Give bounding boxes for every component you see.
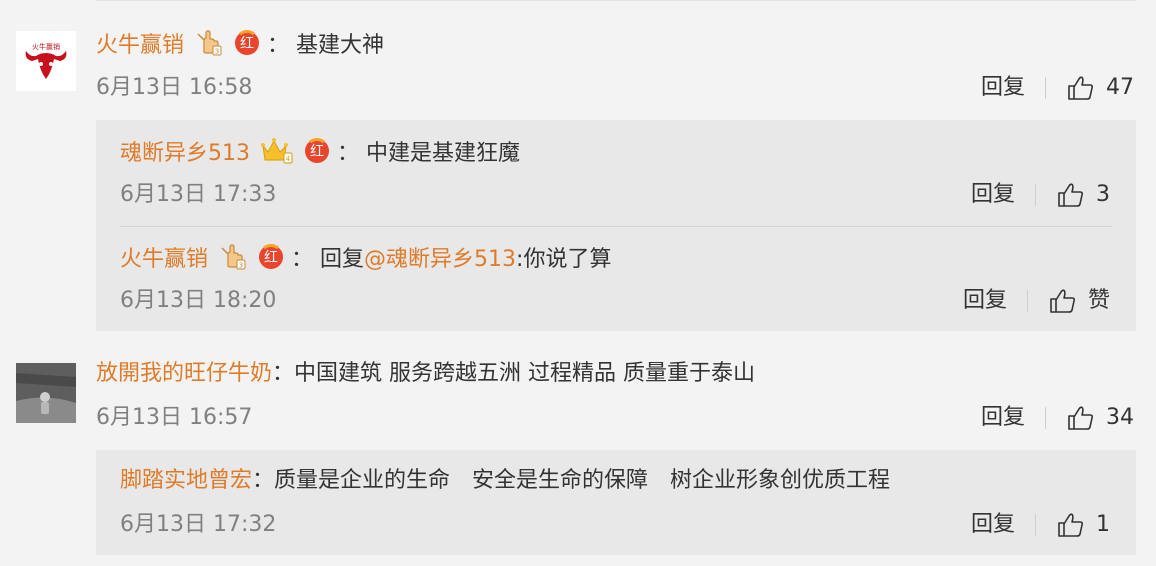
colon: ： [337, 141, 360, 166]
svg-text:红: 红 [310, 144, 324, 160]
username-link[interactable]: 脚踏实地曾宏 [120, 468, 252, 493]
svg-text:3: 3 [239, 262, 243, 270]
action-separator [1035, 514, 1036, 536]
comment-text-line: 火牛赢销 3 红 ： 基建大神 [96, 28, 384, 65]
reply-text: :你说了算 [516, 247, 612, 272]
like-button[interactable]: 赞 [1048, 286, 1110, 316]
avatar-logo-text: 火牛赢销 [32, 42, 60, 51]
action-separator [1035, 184, 1036, 206]
red-v-badge-icon[interactable]: 红 [258, 244, 284, 279]
reply-text-line: 火牛赢销 3 红 ： 回复@魂断异乡513:你说了算 [120, 242, 611, 279]
thumbs-up-icon [1058, 183, 1084, 207]
svg-text:红: 红 [240, 36, 254, 52]
colon: ： [252, 468, 275, 493]
red-v-badge-icon[interactable]: 红 [234, 30, 260, 65]
mention-link[interactable]: @魂断异乡513 [364, 247, 516, 272]
crown-badge-icon[interactable]: 4 [261, 136, 293, 173]
reply-divider [120, 226, 1112, 227]
like-count: 赞 [1087, 288, 1110, 313]
avatar[interactable] [16, 363, 76, 423]
like-count: 1 [1096, 512, 1110, 537]
hand-gesture-badge-icon[interactable]: 3 [195, 28, 223, 65]
colon: ： [267, 33, 290, 58]
thumbs-up-icon [1050, 289, 1076, 313]
comment-text-line: 放開我的旺仔牛奶：中国建筑 服务跨越五洲 过程精品 质量重于泰山 [96, 359, 755, 389]
thumbs-up-icon [1068, 76, 1094, 100]
reply-text: 中建是基建狂魔 [366, 141, 521, 166]
comment-text: 基建大神 [296, 33, 385, 58]
like-button[interactable]: 34 [1066, 403, 1134, 433]
username-link[interactable]: 放開我的旺仔牛奶 [96, 361, 272, 386]
comment-text: 中国建筑 服务跨越五洲 过程精品 质量重于泰山 [294, 361, 756, 386]
action-separator [1045, 77, 1046, 99]
hand-gesture-badge-icon[interactable]: 3 [219, 242, 247, 279]
reply-prefix: 回复 [320, 247, 365, 272]
like-button[interactable]: 47 [1066, 73, 1134, 103]
svg-text:红: 红 [264, 250, 278, 266]
red-v-badge-icon[interactable]: 红 [304, 138, 330, 173]
reply-button[interactable]: 回复 [981, 73, 1025, 103]
like-button[interactable]: 3 [1056, 180, 1110, 210]
reply-thread: 魂断异乡513 4 红 ： 中建是基建狂魔 6月13日 17:33 回复 3 火… [96, 120, 1136, 331]
reply-button[interactable]: 回复 [981, 403, 1025, 433]
username-link[interactable]: 火牛赢销 [120, 247, 208, 272]
like-count: 34 [1106, 405, 1134, 430]
timestamp: 6月13日 17:33 [120, 182, 277, 207]
like-count: 47 [1106, 75, 1134, 100]
reply-button[interactable]: 回复 [963, 286, 1007, 316]
username-link[interactable]: 火牛赢销 [96, 33, 184, 58]
divider [96, 0, 1136, 1]
timestamp: 6月13日 16:57 [96, 405, 253, 430]
username-link[interactable]: 魂断异乡513 [120, 141, 250, 166]
reply-text: 质量是企业的生命 安全是生命的保障 树企业形象创优质工程 [274, 468, 891, 493]
reply-text-line: 脚踏实地曾宏：质量是企业的生命 安全是生命的保障 树企业形象创优质工程 [120, 466, 890, 496]
action-separator [1045, 407, 1046, 429]
action-separator [1026, 290, 1028, 312]
thumbs-up-icon [1068, 406, 1094, 430]
colon: ： [291, 247, 314, 272]
svg-text:4: 4 [286, 155, 291, 163]
reply-thread: 脚踏实地曾宏：质量是企业的生命 安全是生命的保障 树企业形象创优质工程 6月13… [96, 450, 1136, 555]
thumbs-up-icon [1058, 513, 1084, 537]
reply-button[interactable]: 回复 [971, 180, 1015, 210]
like-button[interactable]: 1 [1056, 510, 1110, 540]
timestamp: 6月13日 16:58 [96, 75, 253, 100]
like-count: 3 [1096, 182, 1110, 207]
svg-text:3: 3 [215, 48, 219, 56]
reply-text-line: 魂断异乡513 4 红 ： 中建是基建狂魔 [120, 136, 520, 173]
avatar[interactable]: 火牛赢销 [16, 31, 76, 91]
timestamp: 6月13日 18:20 [120, 288, 277, 313]
reply-button[interactable]: 回复 [971, 510, 1015, 540]
bull-logo-icon [25, 51, 67, 79]
timestamp: 6月13日 17:32 [120, 512, 277, 537]
colon: ： [272, 361, 295, 386]
